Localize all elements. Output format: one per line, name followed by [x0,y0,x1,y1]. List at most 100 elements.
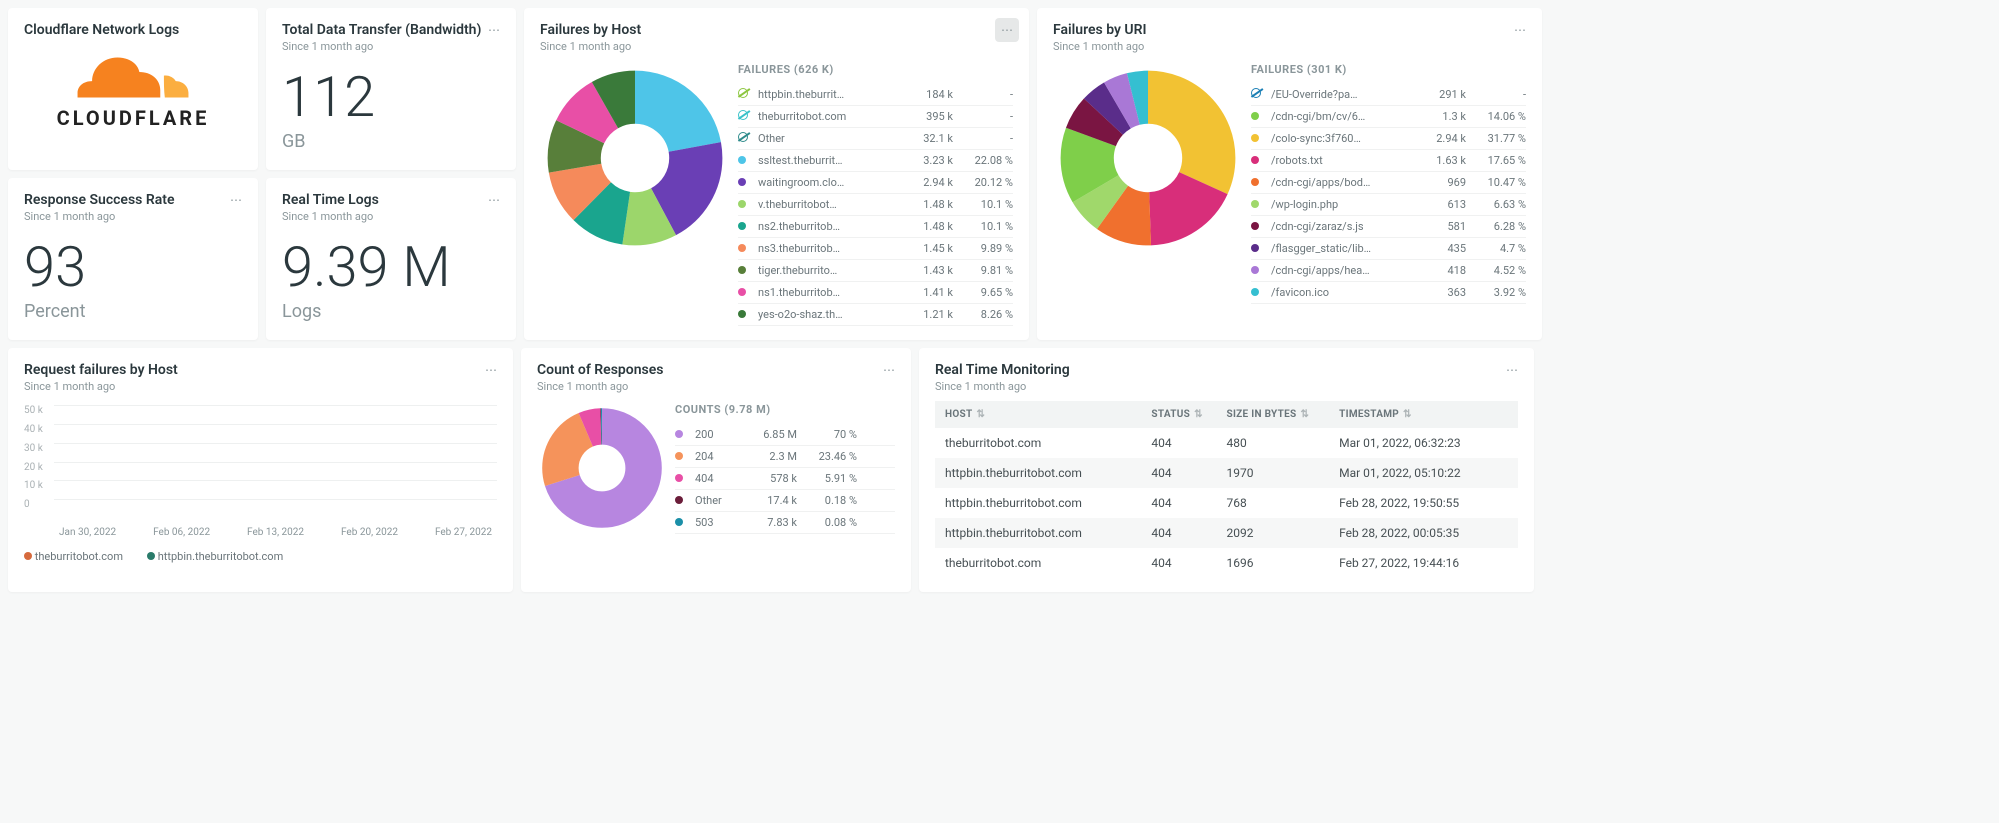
failures-host-card: Failures by Host Since 1 month ago ⋯ FAI… [524,8,1029,340]
col-status[interactable]: STATUS⇅ [1151,409,1226,420]
legend-pct: - [959,110,1013,123]
legend-count: 1.48 k [907,220,953,233]
legend-row[interactable]: ns3.theburritob… 1.45 k 9.89 % [738,238,1013,260]
legend-label: 200 [695,428,737,441]
legend-row[interactable]: /cdn-cgi/apps/bod… 969 10.47 % [1251,172,1526,194]
cell-status: 404 [1151,436,1226,450]
table-header: HOST⇅ STATUS⇅ SIZE IN BYTES⇅ TIMESTAMP⇅ [935,401,1518,428]
legend-count: 3.23 k [907,154,953,167]
table-row[interactable]: httpbin.theburritobot.com 404 1970 Mar 0… [935,458,1518,488]
legend-dot-icon [1251,156,1259,164]
x-tick: Feb 27, 2022 [435,527,492,538]
legend-row[interactable]: /favicon.ico 363 3.92 % [1251,282,1526,304]
legend-row[interactable]: /robots.txt 1.63 k 17.65 % [1251,150,1526,172]
failures-uri-title: Failures by URI [1053,22,1526,38]
legend-item[interactable]: theburritobot.com [24,550,123,563]
cell-timestamp: Feb 28, 2022, 00:05:35 [1339,526,1508,540]
cell-status: 404 [1151,466,1226,480]
table-row[interactable]: httpbin.theburritobot.com 404 768 Feb 28… [935,488,1518,518]
legend-dot-icon [675,474,683,482]
legend-dot-icon [738,178,746,186]
col-size[interactable]: SIZE IN BYTES⇅ [1227,409,1340,420]
legend-row[interactable]: theburritobot.com 395 k - [738,106,1013,128]
table-row[interactable]: httpbin.theburritobot.com 404 2092 Feb 2… [935,518,1518,548]
legend-pct: 14.06 % [1472,110,1526,123]
legend-pct: 8.26 % [959,308,1013,321]
legend-row[interactable]: 503 7.83 k 0.08 % [675,512,895,534]
success-rate-title: Response Success Rate [24,192,242,208]
card-menu-button[interactable]: ⋯ [877,358,901,382]
legend-row[interactable]: /wp-login.php 613 6.63 % [1251,194,1526,216]
realtime-monitor-card: Real Time Monitoring Since 1 month ago ⋯… [919,348,1534,592]
legend-pct: 3.92 % [1472,286,1526,299]
legend-row[interactable]: /cdn-cgi/zaraz/s.js 581 6.28 % [1251,216,1526,238]
cell-status: 404 [1151,556,1226,570]
legend-row[interactable]: /cdn-cgi/bm/cv/6… 1.3 k 14.06 % [1251,106,1526,128]
realtime-logs-card: Real Time Logs Since 1 month ago ⋯ 9.39 … [266,178,516,340]
cloudflare-cloud-icon [68,52,198,102]
success-rate-card: Response Success Rate Since 1 month ago … [8,178,258,340]
card-menu-button[interactable]: ⋯ [1508,18,1532,42]
table-row[interactable]: theburritobot.com 404 480 Mar 01, 2022, … [935,428,1518,458]
success-rate-unit: Percent [24,301,242,322]
legend-row[interactable]: /EU-Override?pa… 291 k - [1251,84,1526,106]
legend-count: 6.85 M [743,428,797,441]
legend-row[interactable]: Other 17.4 k 0.18 % [675,490,895,512]
legend-count: 578 k [743,472,797,485]
legend-row[interactable]: ssltest.theburrit… 3.23 k 22.08 % [738,150,1013,172]
legend-count: 1.63 k [1420,154,1466,167]
request-failures-card: Request failures by Host Since 1 month a… [8,348,513,592]
legend-label: v.theburritobot… [758,198,901,211]
col-host[interactable]: HOST⇅ [945,409,1151,420]
legend-row[interactable]: httpbin.theburrit… 184 k - [738,84,1013,106]
legend-pct: 10.1 % [959,198,1013,211]
legend-label: ns2.theburritob… [758,220,901,233]
cell-timestamp: Mar 01, 2022, 05:10:22 [1339,466,1508,480]
legend-item[interactable]: httpbin.theburritobot.com [147,550,283,563]
realtime-logs-sub: Since 1 month ago [282,210,500,223]
legend-dot-icon [738,222,746,230]
card-menu-button[interactable]: ⋯ [995,18,1019,42]
legend-row[interactable]: /cdn-cgi/apps/hea… 418 4.52 % [1251,260,1526,282]
legend-row[interactable]: /flasgger_static/lib… 435 4.7 % [1251,238,1526,260]
legend-row[interactable]: yes-o2o-shaz.th… 1.21 k 8.26 % [738,304,1013,326]
realtime-monitor-title: Real Time Monitoring [935,362,1518,378]
legend-row[interactable]: ns1.theburritob… 1.41 k 9.65 % [738,282,1013,304]
card-menu-button[interactable]: ⋯ [479,358,503,382]
card-menu-button[interactable]: ⋯ [482,18,506,42]
legend-row[interactable]: v.theburritobot… 1.48 k 10.1 % [738,194,1013,216]
sort-icon: ⇅ [1403,409,1412,420]
legend-dot-icon [675,452,683,460]
failures-uri-donut [1053,63,1243,253]
bandwidth-sub: Since 1 month ago [282,40,500,53]
legend-dot-icon [24,552,32,560]
legend-row[interactable]: tiger.theburrito… 1.43 k 9.81 % [738,260,1013,282]
legend-row[interactable]: 404 578 k 5.91 % [675,468,895,490]
legend-label: /wp-login.php [1271,198,1414,211]
failures-host-sub: Since 1 month ago [540,40,1013,53]
legend-pct: 10.1 % [959,220,1013,233]
col-timestamp[interactable]: TIMESTAMP⇅ [1339,409,1508,420]
legend-row[interactable]: /colo-sync:3f760… 2.94 k 31.77 % [1251,128,1526,150]
card-menu-button[interactable]: ⋯ [482,188,506,212]
card-menu-button[interactable]: ⋯ [224,188,248,212]
legend-row[interactable]: waitingroom.clo… 2.94 k 20.12 % [738,172,1013,194]
legend-pct: 4.7 % [1472,242,1526,255]
realtime-monitor-table: HOST⇅ STATUS⇅ SIZE IN BYTES⇅ TIMESTAMP⇅ … [935,401,1518,578]
legend-count: 418 [1420,264,1466,277]
legend-row[interactable]: 200 6.85 M 70 % [675,424,895,446]
legend-row[interactable]: Other 32.1 k - [738,128,1013,150]
cell-size: 1696 [1227,556,1340,570]
legend-pct: - [959,132,1013,145]
count-responses-donut [537,403,667,533]
legend-row[interactable]: ns2.theburritob… 1.48 k 10.1 % [738,216,1013,238]
legend-dot-icon [1251,266,1259,274]
cell-host: httpbin.theburritobot.com [945,496,1151,510]
x-tick: Feb 20, 2022 [341,527,398,538]
legend-label: yes-o2o-shaz.th… [758,308,901,321]
x-tick: Feb 06, 2022 [153,527,210,538]
legend-row[interactable]: 204 2.3 M 23.46 % [675,446,895,468]
table-row[interactable]: theburritobot.com 404 1696 Feb 27, 2022,… [935,548,1518,578]
card-menu-button[interactable]: ⋯ [1500,358,1524,382]
bandwidth-unit: GB [282,131,500,152]
